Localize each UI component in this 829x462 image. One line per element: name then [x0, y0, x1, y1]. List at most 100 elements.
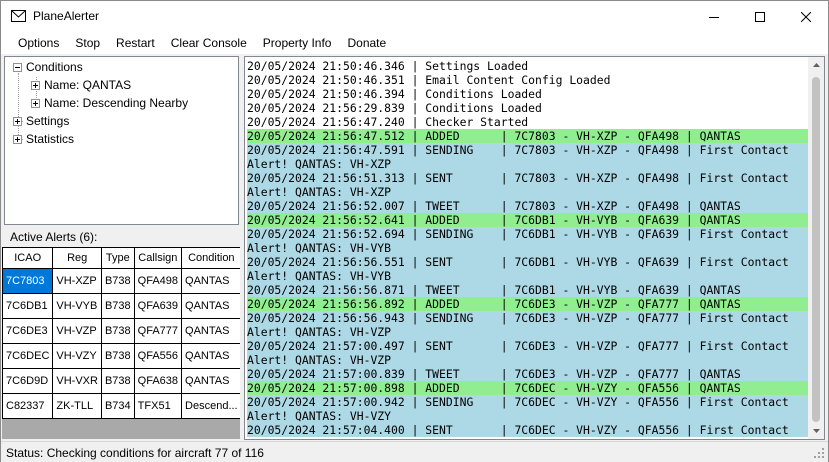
tree-node-conditions[interactable]: Conditions [13, 58, 83, 76]
active-alerts-label: Active Alerts (6): [10, 230, 98, 244]
window-title: PlaneAlerter [33, 9, 100, 23]
tree-node-label: Name: Descending Nearby [44, 96, 189, 110]
menu-options[interactable]: Options [10, 32, 67, 54]
alerts-table: ICAO Reg Type Callsign Condition 7C7803 … [2, 247, 240, 419]
cell-callsign[interactable]: QFA556 [133, 343, 183, 369]
cell-callsign[interactable]: QFA777 [133, 318, 183, 344]
cell-type[interactable]: B738 [100, 368, 135, 394]
cell-callsign[interactable]: QFA638 [133, 368, 183, 394]
cell-reg[interactable]: VH-VXR [52, 368, 102, 394]
conditions-tree[interactable]: Conditions Name: QANTAS Name: Descending… [4, 56, 239, 225]
resize-grip-icon[interactable] [813, 447, 825, 459]
status-text: Status: Checking conditions for aircraft… [6, 446, 264, 460]
status-bar: Status: Checking conditions for aircraft… [1, 441, 828, 462]
log-line-alert: Alert! QANTAS: VH-VYB [247, 269, 809, 283]
collapse-icon[interactable] [13, 62, 22, 72]
cell-reg[interactable]: VH-VZP [52, 318, 102, 344]
log-line: 20/05/2024 21:56:47.240 | Checker Starte… [247, 115, 529, 129]
tree-node-label: Name: QANTAS [44, 78, 132, 92]
tree-node-statistics[interactable]: Statistics [13, 130, 74, 148]
expand-icon[interactable] [31, 80, 40, 90]
log-line: 20/05/2024 21:50:46.351 | Email Content … [247, 73, 611, 87]
cell-reg[interactable]: ZK-TLL [52, 393, 102, 419]
log-console[interactable]: 20/05/2024 21:50:46.346 | Settings Loade… [244, 56, 825, 440]
scroll-up-button[interactable] [808, 57, 824, 73]
log-scrollbar[interactable] [808, 57, 824, 439]
title-bar[interactable]: PlaneAlerter [1, 1, 828, 32]
table-row[interactable]: C82337 ZK-TLL B734 TFX51 Descend... [2, 393, 240, 419]
table-row[interactable]: 7C6DB1 VH-VYB B738 QFA639 QANTAS [2, 293, 240, 319]
tree-node-label: Settings [26, 114, 70, 128]
tree-node-condition-qantas[interactable]: Name: QANTAS [31, 76, 131, 94]
cell-type[interactable]: B738 [100, 268, 135, 294]
column-header-type[interactable]: Type [100, 247, 135, 269]
log-line-sending: 20/05/2024 21:56:56.943 | SENDING | 7C6D… [247, 311, 809, 325]
cell-reg[interactable]: VH-VYB [52, 293, 102, 319]
column-header-icao[interactable]: ICAO [2, 247, 54, 269]
log-line-alert: Alert! QANTAS: VH-XZP [247, 157, 809, 171]
expand-icon[interactable] [13, 134, 22, 144]
tree-node-condition-descending[interactable]: Name: Descending Nearby [31, 94, 188, 112]
cell-callsign[interactable]: TFX51 [133, 393, 183, 419]
active-alerts-grid[interactable]: ICAO Reg Type Callsign Condition 7C7803 … [2, 247, 240, 439]
log-line: 20/05/2024 21:56:29.839 | Conditions Loa… [247, 101, 542, 115]
column-header-callsign[interactable]: Callsign [133, 247, 183, 269]
expand-icon[interactable] [31, 98, 40, 108]
log-line-added: 20/05/2024 21:57:00.898 | ADDED | 7C6DEC… [247, 381, 809, 395]
scroll-down-button[interactable] [808, 423, 824, 439]
cell-callsign[interactable]: QFA639 [133, 293, 183, 319]
expand-icon[interactable] [13, 116, 22, 126]
cell-reg[interactable]: VH-XZP [52, 268, 102, 294]
menu-restart[interactable]: Restart [108, 32, 163, 54]
cell-condition[interactable]: QANTAS [181, 318, 240, 344]
log-line-tweet: 20/05/2024 21:57:00.839 | TWEET | 7C6DE3… [247, 367, 809, 381]
log-line-tweet: 20/05/2024 21:56:52.007 | TWEET | 7C7803… [247, 199, 809, 213]
log-line-alert: Alert! QANTAS: VH-VZP [247, 353, 809, 367]
maximize-button[interactable] [737, 1, 783, 32]
log-lines: 20/05/2024 21:50:46.346 | Settings Loade… [247, 59, 809, 437]
log-line-alert: Alert! QANTAS: VH-VYB [247, 241, 809, 255]
close-button[interactable] [783, 1, 829, 32]
cell-icao[interactable]: 7C7803 [2, 268, 54, 294]
cell-type[interactable]: B738 [100, 343, 135, 369]
tree-node-settings[interactable]: Settings [13, 112, 69, 130]
cell-type[interactable]: B734 [100, 393, 135, 419]
column-header-reg[interactable]: Reg [52, 247, 102, 269]
log-line-alert: Alert! QANTAS: VH-XZP [247, 185, 809, 199]
log-line-sent: 20/05/2024 21:56:51.313 | SENT | 7C7803 … [247, 171, 809, 185]
column-header-condition[interactable]: Condition [181, 247, 240, 269]
cell-type[interactable]: B738 [100, 318, 135, 344]
cell-type[interactable]: B738 [100, 293, 135, 319]
log-line: 20/05/2024 21:50:46.394 | Conditions Loa… [247, 87, 542, 101]
log-line-sent: 20/05/2024 21:57:00.497 | SENT | 7C6DE3 … [247, 339, 809, 353]
menu-property-info[interactable]: Property Info [255, 32, 340, 54]
log-line-sent: 20/05/2024 21:56:56.551 | SENT | 7C6DB1 … [247, 255, 809, 269]
minimize-button[interactable] [691, 1, 737, 32]
cell-condition[interactable]: QANTAS [181, 293, 240, 319]
table-row[interactable]: 7C6DEC VH-VZY B738 QFA556 QANTAS [2, 343, 240, 369]
table-row[interactable]: 7C7803 VH-XZP B738 QFA498 QANTAS [2, 268, 240, 294]
triangle-up-icon [812, 63, 820, 67]
menu-stop[interactable]: Stop [67, 32, 108, 54]
cell-condition[interactable]: Descend... [181, 393, 240, 419]
log-line-tweet: 20/05/2024 21:56:56.871 | TWEET | 7C6DB1… [247, 283, 809, 297]
cell-icao[interactable]: C82337 [2, 393, 54, 419]
table-row[interactable]: 7C6D9D VH-VXR B738 QFA638 QANTAS [2, 368, 240, 394]
cell-reg[interactable]: VH-VZY [52, 343, 102, 369]
menu-clear-console[interactable]: Clear Console [163, 32, 255, 54]
triangle-down-icon [812, 429, 820, 433]
planealerter-window: PlaneAlerter Options Stop Restart Clear … [0, 0, 829, 462]
cell-icao[interactable]: 7C6DE3 [2, 318, 54, 344]
close-icon [801, 11, 811, 22]
menu-donate[interactable]: Donate [339, 32, 394, 54]
cell-icao[interactable]: 7C6DB1 [2, 293, 54, 319]
cell-icao[interactable]: 7C6DEC [2, 343, 54, 369]
cell-condition[interactable]: QANTAS [181, 268, 240, 294]
cell-callsign[interactable]: QFA498 [133, 268, 183, 294]
cell-condition[interactable]: QANTAS [181, 343, 240, 369]
scroll-thumb[interactable] [812, 77, 820, 422]
cell-condition[interactable]: QANTAS [181, 368, 240, 394]
log-line-sending: 20/05/2024 21:57:00.942 | SENDING | 7C6D… [247, 395, 809, 409]
table-row[interactable]: 7C6DE3 VH-VZP B738 QFA777 QANTAS [2, 318, 240, 344]
cell-icao[interactable]: 7C6D9D [2, 368, 54, 394]
